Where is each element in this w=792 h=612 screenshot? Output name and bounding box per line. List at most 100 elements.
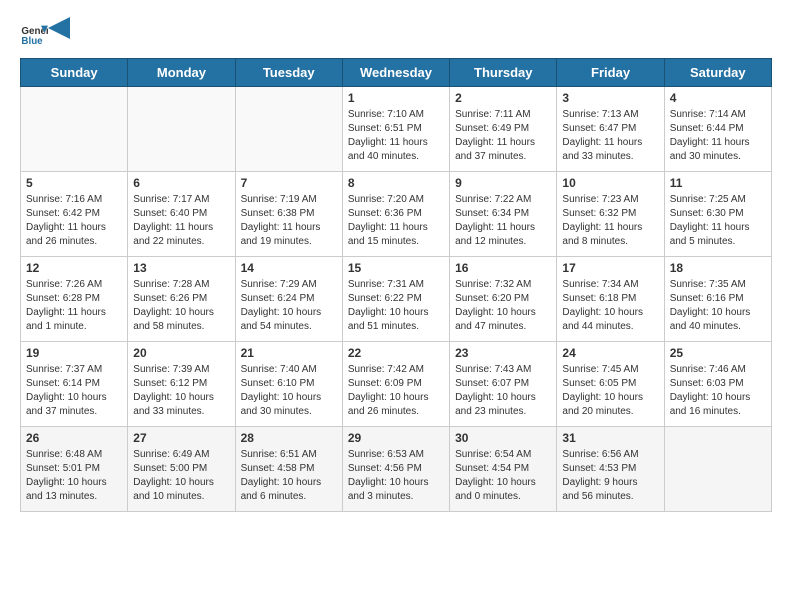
day-number: 8	[348, 176, 444, 190]
day-info: Sunrise: 7:28 AM Sunset: 6:26 PM Dayligh…	[133, 278, 229, 334]
day-info: Sunrise: 7:31 AM Sunset: 6:22 PM Dayligh…	[348, 278, 444, 334]
day-number: 26	[26, 431, 122, 445]
day-info: Sunrise: 7:32 AM Sunset: 6:20 PM Dayligh…	[455, 278, 551, 334]
calendar-cell: 12 Sunrise: 7:26 AM Sunset: 6:28 PM Dayli…	[21, 257, 128, 342]
day-info: Sunrise: 6:56 AM Sunset: 4:53 PM Dayligh…	[562, 448, 658, 504]
day-number: 23	[455, 346, 551, 360]
calendar-cell	[235, 87, 342, 172]
day-info: Sunrise: 7:17 AM Sunset: 6:40 PM Dayligh…	[133, 193, 229, 249]
day-number: 9	[455, 176, 551, 190]
day-info: Sunrise: 7:46 AM Sunset: 6:03 PM Dayligh…	[670, 363, 766, 419]
calendar-cell: 8 Sunrise: 7:20 AM Sunset: 6:36 PM Daylig…	[342, 172, 449, 257]
day-number: 12	[26, 261, 122, 275]
day-info: Sunrise: 7:26 AM Sunset: 6:28 PM Dayligh…	[26, 278, 122, 334]
day-number: 7	[241, 176, 337, 190]
calendar-cell: 23 Sunrise: 7:43 AM Sunset: 6:07 PM Dayli…	[450, 342, 557, 427]
weekday-header-sunday: Sunday	[21, 59, 128, 87]
logo-arrow-icon	[48, 17, 70, 39]
calendar-cell: 4 Sunrise: 7:14 AM Sunset: 6:44 PM Daylig…	[664, 87, 771, 172]
day-number: 13	[133, 261, 229, 275]
weekday-header-row: SundayMondayTuesdayWednesdayThursdayFrid…	[21, 59, 772, 87]
day-number: 20	[133, 346, 229, 360]
day-info: Sunrise: 7:37 AM Sunset: 6:14 PM Dayligh…	[26, 363, 122, 419]
day-number: 16	[455, 261, 551, 275]
day-number: 5	[26, 176, 122, 190]
calendar-cell: 21 Sunrise: 7:40 AM Sunset: 6:10 PM Dayli…	[235, 342, 342, 427]
day-info: Sunrise: 7:10 AM Sunset: 6:51 PM Dayligh…	[348, 108, 444, 164]
day-number: 30	[455, 431, 551, 445]
calendar-cell: 2Sunrise: 7:11 AM Sunset: 6:49 PM Daylig…	[450, 87, 557, 172]
calendar-cell: 25 Sunrise: 7:46 AM Sunset: 6:03 PM Dayli…	[664, 342, 771, 427]
calendar-cell: 22Sunrise: 7:42 AM Sunset: 6:09 PM Dayli…	[342, 342, 449, 427]
day-number: 25	[670, 346, 766, 360]
week-row-1: 1 Sunrise: 7:10 AM Sunset: 6:51 PM Daylig…	[21, 87, 772, 172]
day-number: 11	[670, 176, 766, 190]
weekday-header-wednesday: Wednesday	[342, 59, 449, 87]
calendar-cell: 10 Sunrise: 7:23 AM Sunset: 6:32 PM Dayli…	[557, 172, 664, 257]
day-info: Sunrise: 7:29 AM Sunset: 6:24 PM Dayligh…	[241, 278, 337, 334]
calendar-cell: 24 Sunrise: 7:45 AM Sunset: 6:05 PM Dayli…	[557, 342, 664, 427]
calendar-cell	[128, 87, 235, 172]
logo: General Blue	[20, 20, 70, 48]
day-number: 19	[26, 346, 122, 360]
day-number: 10	[562, 176, 658, 190]
day-info: Sunrise: 7:20 AM Sunset: 6:36 PM Dayligh…	[348, 193, 444, 249]
calendar-cell: 19 Sunrise: 7:37 AM Sunset: 6:14 PM Dayli…	[21, 342, 128, 427]
calendar-cell: 20 Sunrise: 7:39 AM Sunset: 6:12 PM Dayli…	[128, 342, 235, 427]
day-info: Sunrise: 7:43 AM Sunset: 6:07 PM Dayligh…	[455, 363, 551, 419]
calendar-cell: 13 Sunrise: 7:28 AM Sunset: 6:26 PM Dayli…	[128, 257, 235, 342]
day-number: 17	[562, 261, 658, 275]
calendar-cell: 30Sunrise: 6:54 AM Sunset: 4:54 PM Dayli…	[450, 427, 557, 512]
week-row-3: 12 Sunrise: 7:26 AM Sunset: 6:28 PM Dayli…	[21, 257, 772, 342]
day-number: 27	[133, 431, 229, 445]
calendar-cell: 28Sunrise: 6:51 AM Sunset: 4:58 PM Dayli…	[235, 427, 342, 512]
day-info: Sunrise: 7:14 AM Sunset: 6:44 PM Dayligh…	[670, 108, 766, 164]
day-info: Sunrise: 7:45 AM Sunset: 6:05 PM Dayligh…	[562, 363, 658, 419]
calendar-cell: 18 Sunrise: 7:35 AM Sunset: 6:16 PM Dayli…	[664, 257, 771, 342]
calendar-cell	[664, 427, 771, 512]
day-info: Sunrise: 7:11 AM Sunset: 6:49 PM Dayligh…	[455, 108, 551, 164]
day-number: 1	[348, 91, 444, 105]
svg-text:Blue: Blue	[21, 36, 43, 47]
day-number: 28	[241, 431, 337, 445]
logo-icon: General Blue	[20, 20, 48, 48]
calendar-cell: 1 Sunrise: 7:10 AM Sunset: 6:51 PM Daylig…	[342, 87, 449, 172]
calendar-cell: 11 Sunrise: 7:25 AM Sunset: 6:30 PM Dayli…	[664, 172, 771, 257]
day-info: Sunrise: 7:42 AM Sunset: 6:09 PM Dayligh…	[348, 363, 444, 419]
day-number: 3	[562, 91, 658, 105]
day-number: 18	[670, 261, 766, 275]
calendar-cell: 7 Sunrise: 7:19 AM Sunset: 6:38 PM Daylig…	[235, 172, 342, 257]
calendar-cell: 31 Sunrise: 6:56 AM Sunset: 4:53 PM Dayli…	[557, 427, 664, 512]
day-info: Sunrise: 7:39 AM Sunset: 6:12 PM Dayligh…	[133, 363, 229, 419]
calendar-cell: 16 Sunrise: 7:32 AM Sunset: 6:20 PM Dayli…	[450, 257, 557, 342]
weekday-header-saturday: Saturday	[664, 59, 771, 87]
day-info: Sunrise: 7:25 AM Sunset: 6:30 PM Dayligh…	[670, 193, 766, 249]
weekday-header-monday: Monday	[128, 59, 235, 87]
day-number: 4	[670, 91, 766, 105]
calendar-cell: 29Sunrise: 6:53 AM Sunset: 4:56 PM Dayli…	[342, 427, 449, 512]
day-info: Sunrise: 7:19 AM Sunset: 6:38 PM Dayligh…	[241, 193, 337, 249]
day-info: Sunrise: 7:40 AM Sunset: 6:10 PM Dayligh…	[241, 363, 337, 419]
weekday-header-friday: Friday	[557, 59, 664, 87]
calendar-cell	[21, 87, 128, 172]
calendar-cell: 26 Sunrise: 6:48 AM Sunset: 5:01 PM Dayli…	[21, 427, 128, 512]
day-info: Sunrise: 6:48 AM Sunset: 5:01 PM Dayligh…	[26, 448, 122, 504]
week-row-2: 5 Sunrise: 7:16 AM Sunset: 6:42 PM Daylig…	[21, 172, 772, 257]
day-number: 31	[562, 431, 658, 445]
calendar-cell: 17 Sunrise: 7:34 AM Sunset: 6:18 PM Dayli…	[557, 257, 664, 342]
day-info: Sunrise: 7:16 AM Sunset: 6:42 PM Dayligh…	[26, 193, 122, 249]
day-number: 21	[241, 346, 337, 360]
day-info: Sunrise: 6:49 AM Sunset: 5:00 PM Dayligh…	[133, 448, 229, 504]
calendar: SundayMondayTuesdayWednesdayThursdayFrid…	[20, 58, 772, 512]
day-info: Sunrise: 7:23 AM Sunset: 6:32 PM Dayligh…	[562, 193, 658, 249]
day-info: Sunrise: 7:35 AM Sunset: 6:16 PM Dayligh…	[670, 278, 766, 334]
day-number: 6	[133, 176, 229, 190]
day-info: Sunrise: 7:34 AM Sunset: 6:18 PM Dayligh…	[562, 278, 658, 334]
calendar-cell: 5 Sunrise: 7:16 AM Sunset: 6:42 PM Daylig…	[21, 172, 128, 257]
day-info: Sunrise: 6:53 AM Sunset: 4:56 PM Dayligh…	[348, 448, 444, 504]
calendar-cell: 27 Sunrise: 6:49 AM Sunset: 5:00 PM Dayli…	[128, 427, 235, 512]
calendar-cell: 6 Sunrise: 7:17 AM Sunset: 6:40 PM Daylig…	[128, 172, 235, 257]
day-number: 24	[562, 346, 658, 360]
header: General Blue	[20, 20, 772, 48]
day-number: 14	[241, 261, 337, 275]
